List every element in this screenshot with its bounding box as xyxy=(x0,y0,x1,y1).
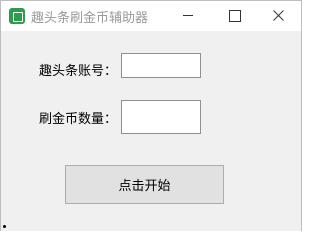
start-button[interactable]: 点击开始 xyxy=(65,165,224,204)
account-input[interactable] xyxy=(121,53,201,78)
window-title: 趣头条刷金币辅助器 xyxy=(31,11,149,26)
resize-grip xyxy=(3,225,6,228)
client-area: 趣头条账号： 刷金币数量： 点击开始 xyxy=(1,31,301,231)
title-bar[interactable]: 趣头条刷金币辅助器 xyxy=(1,1,301,31)
maximize-button[interactable] xyxy=(211,1,257,31)
close-button[interactable] xyxy=(255,1,301,31)
app-window: 趣头条刷金币辅助器 趣头条账号： 刷金币数量： 点击开始 xyxy=(0,0,302,231)
coins-input[interactable] xyxy=(121,100,201,134)
app-icon xyxy=(9,8,25,24)
minimize-button[interactable] xyxy=(165,1,211,31)
close-icon xyxy=(273,10,284,21)
coins-label: 刷金币数量： xyxy=(39,112,118,127)
account-label: 趣头条账号： xyxy=(39,64,118,79)
